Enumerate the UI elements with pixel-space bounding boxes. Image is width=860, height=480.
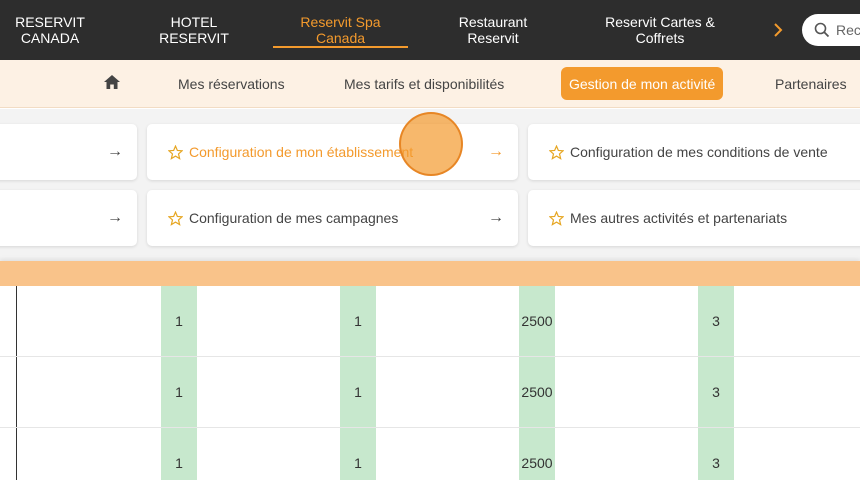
chevron-right-icon[interactable] [768, 18, 788, 42]
top-tab-label: Reservit Spa Canada [300, 14, 381, 46]
sub-tab-partenaires[interactable]: Partenaires [775, 60, 847, 108]
table-cell: 2500 [521, 313, 553, 329]
star-icon [549, 144, 564, 160]
search-icon [814, 22, 830, 38]
table-cell: 1 [354, 384, 362, 400]
menu-card-conditions-vente[interactable]: Configuration de mes conditions de vente [528, 124, 860, 180]
row-divider [0, 427, 860, 428]
top-tab-label: Restaurant Reservit [458, 14, 528, 46]
star-icon [549, 210, 564, 226]
menu-card-autres-activites[interactable]: Mes autres activités et partenariats [528, 190, 860, 246]
menu-card-label: Mes autres activités et partenariats [570, 210, 788, 226]
star-icon [168, 210, 183, 226]
top-tab-restaurant-reservit[interactable]: Restaurant Reservit [448, 0, 538, 60]
data-table: 1 1 2500 3 1 1 2500 3 1 1 2500 3 [0, 286, 860, 480]
table-cell: 3 [712, 313, 720, 329]
table-cell: 1 [354, 313, 362, 329]
table-cell: 2500 [521, 455, 553, 471]
table-cell: 1 [175, 455, 183, 471]
menu-card-partial-bottom[interactable]: → [0, 190, 137, 246]
top-tab-reservit-spa-canada[interactable]: Reservit Spa Canada [273, 0, 408, 60]
menu-card-partial-top[interactable]: → [0, 124, 137, 180]
top-nav-bar: RESERVIT CANADA HOTEL RESERVIT Reservit … [0, 0, 860, 60]
search-input[interactable] [836, 22, 860, 38]
arrow-right-icon: → [107, 209, 123, 226]
menu-card-label: Configuration de mon établissement [189, 144, 414, 160]
sub-tab-tarifs-disponibilites[interactable]: Mes tarifs et disponibilités [344, 60, 504, 108]
top-tab-reservit-canada[interactable]: RESERVIT CANADA [8, 0, 92, 60]
sub-tab-reservations[interactable]: Mes réservations [178, 60, 285, 108]
arrow-right-icon: → [488, 143, 504, 160]
arrow-right-icon: → [488, 209, 504, 226]
menu-card-etablissement[interactable]: Configuration de mon établissement → [147, 124, 518, 180]
top-tab-label: HOTEL RESERVIT [159, 14, 229, 46]
table-cell: 3 [712, 384, 720, 400]
menu-card-label: Configuration de mes conditions de vente [570, 144, 828, 160]
top-tab-label: Reservit Cartes & Coffrets [605, 14, 715, 46]
top-tab-cartes-coffrets[interactable]: Reservit Cartes & Coffrets [594, 0, 726, 60]
click-indicator [399, 112, 463, 176]
table-cell: 3 [712, 455, 720, 471]
table-cell: 2500 [521, 384, 553, 400]
row-divider [0, 356, 860, 357]
search-box[interactable] [802, 14, 860, 46]
table-left-border [16, 286, 17, 480]
top-tab-label: RESERVIT CANADA [15, 14, 85, 46]
menu-card-campagnes[interactable]: Configuration de mes campagnes → [147, 190, 518, 246]
arrow-right-icon: → [107, 143, 123, 160]
section-separator [0, 261, 860, 286]
star-icon [168, 144, 183, 160]
home-icon[interactable] [103, 73, 121, 91]
table-cell: 1 [175, 384, 183, 400]
table-cell: 1 [175, 313, 183, 329]
sub-tab-gestion-activite[interactable]: Gestion de mon activité [561, 67, 724, 100]
menu-card-label: Configuration de mes campagnes [189, 210, 399, 226]
top-tab-hotel-reservit[interactable]: HOTEL RESERVIT [150, 0, 238, 60]
table-cell: 1 [354, 455, 362, 471]
